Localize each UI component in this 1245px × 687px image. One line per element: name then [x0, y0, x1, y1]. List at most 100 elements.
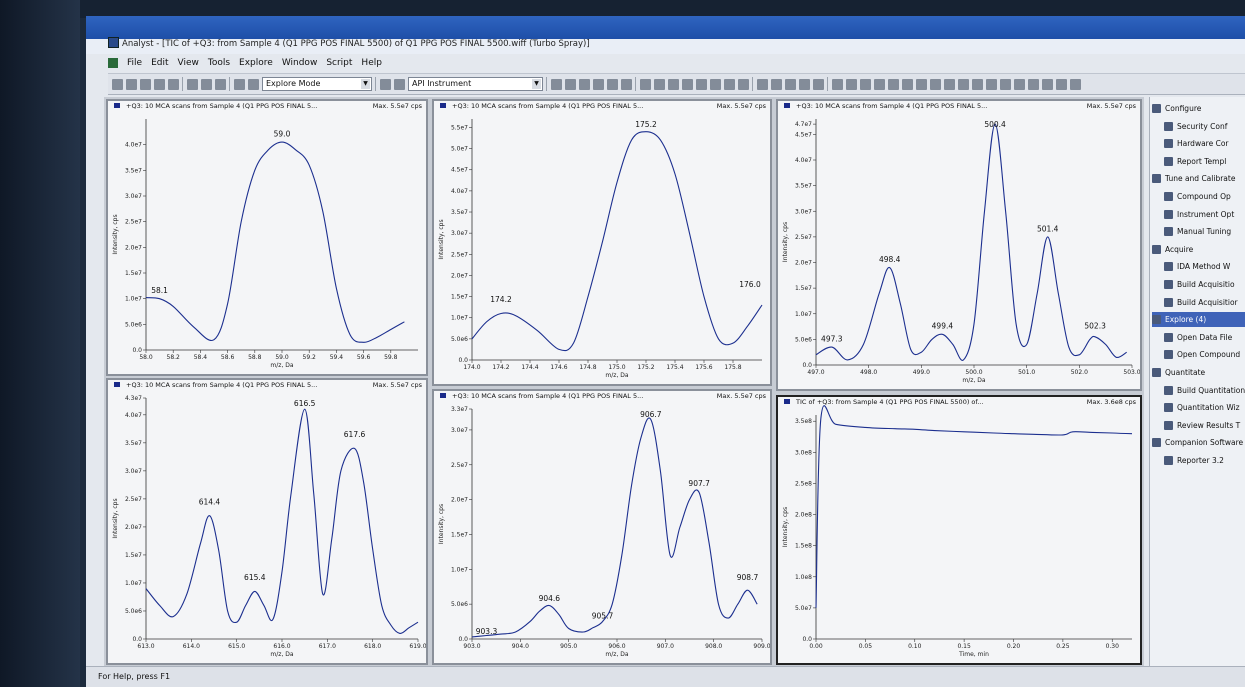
spectrum-pane-1[interactable]: 58.0 58.2 58.4 58.6 58.8 59.0 59.2 59.4 59.6 59.8… [106, 99, 428, 376]
menu-edit[interactable]: Edit [151, 58, 168, 68]
y-tick-label: 2.5e8 [795, 480, 812, 487]
sidebar-item[interactable]: Acquire [1152, 242, 1245, 257]
spectrum-pane-2[interactable]: 174.0 174.2 174.4 174.6 174.8 175.0 175.2 175.4… [432, 99, 772, 386]
sidebar-item[interactable]: Quantitate [1152, 365, 1245, 380]
menu-script[interactable]: Script [326, 58, 352, 68]
paste-icon[interactable] [215, 78, 226, 90]
folder-icon[interactable] [394, 78, 405, 90]
x-axis-label: m/z, Da [270, 651, 293, 658]
baseline-icon[interactable] [710, 78, 721, 90]
filter-icon[interactable] [785, 78, 796, 90]
forward-icon[interactable] [888, 78, 899, 90]
sidebar-item[interactable]: IDA Method W [1164, 259, 1245, 274]
close-pane-icon[interactable] [565, 78, 576, 90]
chevron-down-icon[interactable]: ▼ [532, 79, 541, 89]
instrument-select[interactable]: API Instrument ▼ [408, 77, 543, 91]
tile-horizontal-icon[interactable] [593, 78, 604, 90]
save-icon[interactable] [140, 78, 151, 90]
bar-graph-icon[interactable] [986, 78, 997, 90]
sidebar-item[interactable]: Security Conf [1164, 119, 1245, 134]
tic-pane[interactable]: 0.00 0.05 0.10 0.15 0.20 0.25 0.30 0.0 5.0e7 1.0e… [776, 395, 1142, 665]
sidebar-item[interactable]: Review Results T [1164, 418, 1245, 433]
mode-select[interactable]: Explore Mode ▼ [262, 77, 372, 91]
sidebar-item[interactable]: Report Templ [1164, 154, 1245, 169]
label-icon[interactable] [799, 78, 810, 90]
print-icon[interactable] [154, 78, 165, 90]
sidebar-item[interactable]: Explore (4) [1152, 312, 1245, 328]
chart-workspace: 58.0 58.2 58.4 58.6 58.8 59.0 59.2 59.4 59.6 59.8… [104, 97, 1144, 667]
hardware-profile-icon[interactable] [380, 78, 391, 90]
multi-peak-icon[interactable] [930, 78, 941, 90]
new-icon[interactable] [112, 78, 123, 90]
redo-arrow-icon[interactable] [668, 78, 679, 90]
zoom-icon[interactable] [860, 78, 871, 90]
multi-peak-icon[interactable] [958, 78, 969, 90]
menu-tools[interactable]: Tools [208, 58, 230, 68]
sidebar-item[interactable]: Hardware Cor [1164, 136, 1245, 151]
undo-icon[interactable] [234, 78, 245, 90]
menu-file[interactable]: File [127, 58, 142, 68]
y-axis-label: Intensity, cps [782, 222, 789, 262]
y-tick-label: 4.0e7 [125, 142, 142, 149]
sidebar-item[interactable]: Manual Tuning [1164, 224, 1245, 239]
sidebar-item-icon [1164, 297, 1173, 307]
document-icon[interactable] [108, 58, 118, 68]
sidebar-item[interactable]: Build Acquisitior [1164, 295, 1245, 310]
sidebar-item-icon [1164, 209, 1173, 219]
sidebar-item[interactable]: Configure [1152, 101, 1245, 116]
menu-view[interactable]: View [178, 58, 199, 68]
bar-graph-icon[interactable] [972, 78, 983, 90]
chevron-down-icon[interactable]: ▼ [361, 79, 370, 89]
home-icon[interactable] [832, 78, 843, 90]
spectrum-icon[interactable] [696, 78, 707, 90]
table-icon[interactable] [1014, 78, 1025, 90]
menu-explore[interactable]: Explore [239, 58, 273, 68]
menu-window[interactable]: Window [282, 58, 318, 68]
print-preview-icon[interactable] [168, 78, 179, 90]
overlay-icon[interactable] [757, 78, 768, 90]
sidebar-item[interactable]: Companion Software [1152, 435, 1245, 450]
tile-vertical-icon[interactable] [607, 78, 618, 90]
redo-arrow-icon[interactable] [902, 78, 913, 90]
redo-icon[interactable] [248, 78, 259, 90]
cut-icon[interactable] [187, 78, 198, 90]
x-axis-label: m/z, Da [605, 372, 628, 379]
sidebar-item[interactable]: Tune and Calibrate [1152, 171, 1245, 186]
spectrum-pane-4[interactable]: 613.0 614.0 615.0 616.0 617.0 618.0 619.0 0.0 5.… [106, 378, 428, 665]
multi-peak-icon[interactable] [944, 78, 955, 90]
stick-plot-icon[interactable] [1056, 78, 1067, 90]
sidebar-item-label: IDA Method W [1177, 262, 1231, 272]
sidebar-item[interactable]: Build Acquisitio [1164, 277, 1245, 292]
copy-icon[interactable] [201, 78, 212, 90]
arrow-left-icon[interactable] [640, 78, 651, 90]
back-icon[interactable] [874, 78, 885, 90]
spectrum-pane-3[interactable]: 497.0 498.0 499.0 500.0 501.0 502.0 503.0 0.0 5.… [776, 99, 1142, 391]
arrow-right-icon[interactable] [654, 78, 665, 90]
x-tick-label: 58.6 [221, 354, 235, 361]
print-icon[interactable] [1028, 78, 1039, 90]
stick-plot-icon[interactable] [1042, 78, 1053, 90]
sidebar-item-icon [1164, 403, 1173, 413]
sidebar-item[interactable]: Open Data File [1164, 330, 1245, 345]
sidebar-item[interactable]: Reporter 3.2 [1164, 453, 1245, 468]
tile-grid-icon[interactable] [621, 78, 632, 90]
refresh-icon[interactable] [846, 78, 857, 90]
sidebar-item[interactable]: Instrument Opt [1164, 207, 1245, 222]
sidebar-item[interactable]: Build Quantitation [1164, 383, 1245, 398]
threshold-icon[interactable] [738, 78, 749, 90]
spectrum-pane-5[interactable]: 903.0 904.0 905.0 906.0 907.0 908.0 909.0 0.0 5.… [432, 389, 772, 665]
active-view-icon[interactable] [1000, 78, 1011, 90]
open-icon[interactable] [126, 78, 137, 90]
compare-icon[interactable] [1070, 78, 1081, 90]
menu-help[interactable]: Help [361, 58, 382, 68]
pin-icon[interactable] [551, 78, 562, 90]
sidebar-item[interactable]: Quantitation Wiz [1164, 400, 1245, 415]
peak-find-icon[interactable] [916, 78, 927, 90]
calendar-icon[interactable] [579, 78, 590, 90]
scale-icon[interactable] [771, 78, 782, 90]
sidebar-item[interactable]: Open Compound [1164, 347, 1245, 362]
integrate-icon[interactable] [813, 78, 824, 90]
smooth-icon[interactable] [724, 78, 735, 90]
peak-icon[interactable] [682, 78, 693, 90]
sidebar-item[interactable]: Compound Op [1164, 189, 1245, 204]
